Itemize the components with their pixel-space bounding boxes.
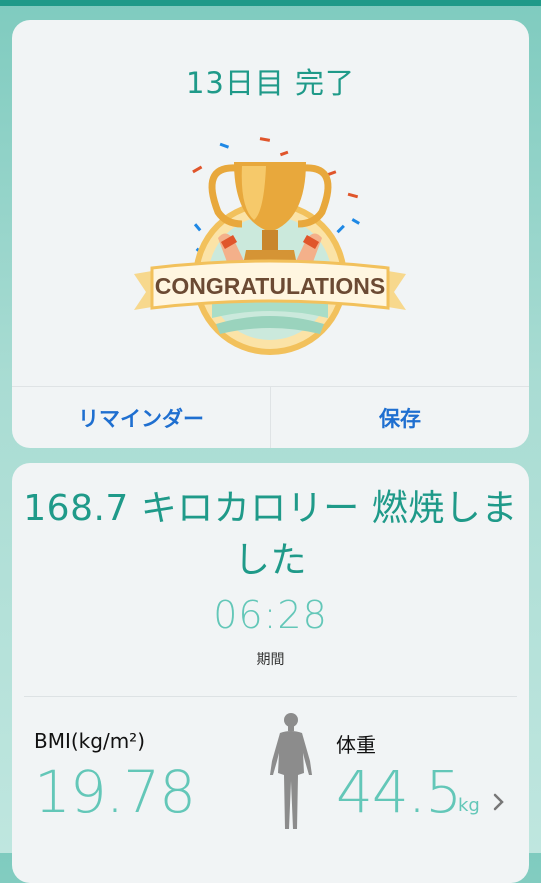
action-buttons: リマインダー 保存 <box>12 386 529 448</box>
calories-burned-title: 168.7 キロカロリー 燃焼しました <box>23 488 518 581</box>
completion-card: 13日目 完了 CONGRATULATIONS リマインダー 保存 <box>12 20 529 448</box>
weight-label: 体重 <box>336 733 376 757</box>
chevron-right-icon[interactable] <box>492 791 506 813</box>
top-status-strip <box>0 0 541 6</box>
badge-text: CONGRATULATIONS <box>155 273 385 299</box>
congratulations-badge: CONGRATULATIONS <box>130 128 410 368</box>
reminder-button[interactable]: リマインダー <box>12 387 270 448</box>
weight-unit: kg <box>458 795 480 816</box>
divider <box>24 696 517 697</box>
body-figure-icon <box>270 713 312 829</box>
weight-value[interactable]: 44.5 <box>336 758 462 826</box>
bmi-value: 19.78 <box>34 758 196 826</box>
stats-card: 168.7 キロカロリー 燃焼しました 06:28 期間 BMI(kg/m²) … <box>12 463 529 883</box>
day-complete-title: 13日目 完了 <box>185 66 356 100</box>
save-button[interactable]: 保存 <box>270 387 529 448</box>
trophy-badge-icon: CONGRATULATIONS <box>134 137 406 355</box>
bmi-label: BMI(kg/m²) <box>34 729 145 753</box>
duration-value: 06:28 <box>213 593 328 637</box>
duration-label: 期間 <box>256 652 285 668</box>
